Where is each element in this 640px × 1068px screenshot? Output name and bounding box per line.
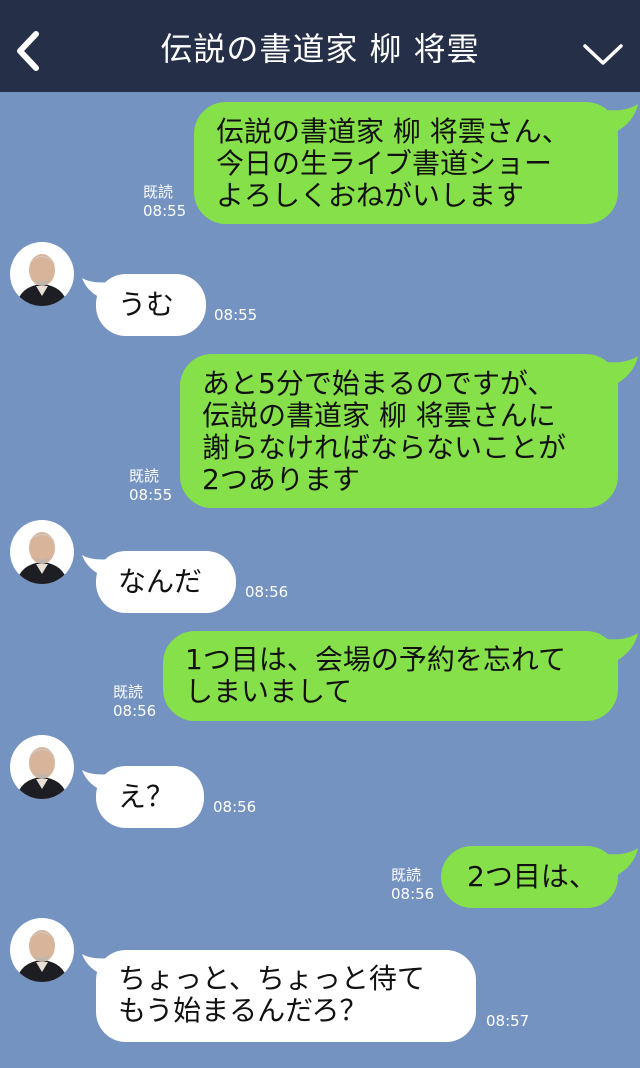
message-line: もう始まるんだろ？: [118, 994, 368, 1027]
avatar[interactable]: [10, 520, 74, 584]
message-line: あと5分で始まるのですが、: [202, 367, 556, 400]
bubble-tail: [606, 848, 638, 876]
message-time: 08:56: [391, 885, 435, 903]
message-line: うむ: [118, 288, 175, 321]
message-line: 2つ目は、: [467, 860, 597, 893]
message-meta: 既読 08:55: [143, 183, 186, 221]
bubble-tail: [606, 104, 638, 132]
message-time: 08:57: [486, 1012, 530, 1030]
message-line: ちょっと、ちょっと待て: [118, 962, 425, 995]
menu-toggle-button[interactable]: [582, 40, 624, 68]
message-time: 08:55: [214, 306, 258, 324]
message-line: え？: [118, 780, 175, 813]
avatar[interactable]: [10, 918, 74, 982]
message-time: 08:55: [143, 202, 187, 220]
avatar[interactable]: [10, 242, 74, 306]
message-time: 08:56: [213, 798, 257, 816]
read-receipt: 既読: [391, 866, 422, 884]
message-bubble[interactable]: なんだ: [96, 551, 236, 613]
read-receipt: 既読: [129, 467, 160, 485]
chat-title: 伝説の書道家 柳 将雲: [160, 30, 480, 68]
message-line: 伝説の書道家 柳 将雲さんに: [202, 399, 556, 432]
message-time: 08:55: [129, 486, 173, 504]
message-line: 2つあります: [202, 463, 360, 496]
message-bubble[interactable]: 伝説の書道家 柳 将雲さん、 今日の生ライブ書道ショー よろしくおねがいします: [194, 102, 618, 224]
message-bubble[interactable]: え？: [96, 766, 204, 828]
message-meta: 既読 08:56: [113, 683, 156, 721]
message-meta: 既読 08:56: [391, 866, 434, 904]
avatar[interactable]: [10, 735, 74, 799]
chevron-down-icon: [583, 44, 623, 65]
message-line: 1つ目は、会場の予約を忘れて: [185, 643, 566, 676]
bubble-tail: [606, 356, 638, 384]
read-receipt: 既読: [143, 183, 174, 201]
message-bubble[interactable]: あと5分で始まるのですが、 伝説の書道家 柳 将雲さんに 謝らなければならないこ…: [180, 354, 618, 508]
message-bubble[interactable]: 1つ目は、会場の予約を忘れて しまいまして: [163, 631, 618, 721]
bubble-tail: [606, 633, 638, 661]
message-bubble[interactable]: 2つ目は、: [441, 846, 618, 908]
message-bubble[interactable]: ちょっと、ちょっと待て もう始まるんだろ？: [96, 950, 476, 1042]
message-line: 今日の生ライブ書道ショー: [216, 147, 553, 180]
message-bubble[interactable]: うむ: [96, 274, 206, 336]
message-line: 謝らなければならないことが: [202, 431, 567, 464]
message-line: 伝説の書道家 柳 将雲さん、: [216, 115, 570, 148]
message-meta: 既読 08:55: [129, 467, 172, 505]
chat-header: 伝説の書道家 柳 将雲: [0, 0, 640, 92]
message-time: 08:56: [245, 583, 289, 601]
message-line: よろしくおねがいします: [216, 179, 525, 212]
message-line: しまいまして: [185, 675, 353, 708]
read-receipt: 既読: [113, 683, 144, 701]
message-time: 08:56: [113, 702, 157, 720]
message-line: なんだ: [118, 565, 203, 598]
